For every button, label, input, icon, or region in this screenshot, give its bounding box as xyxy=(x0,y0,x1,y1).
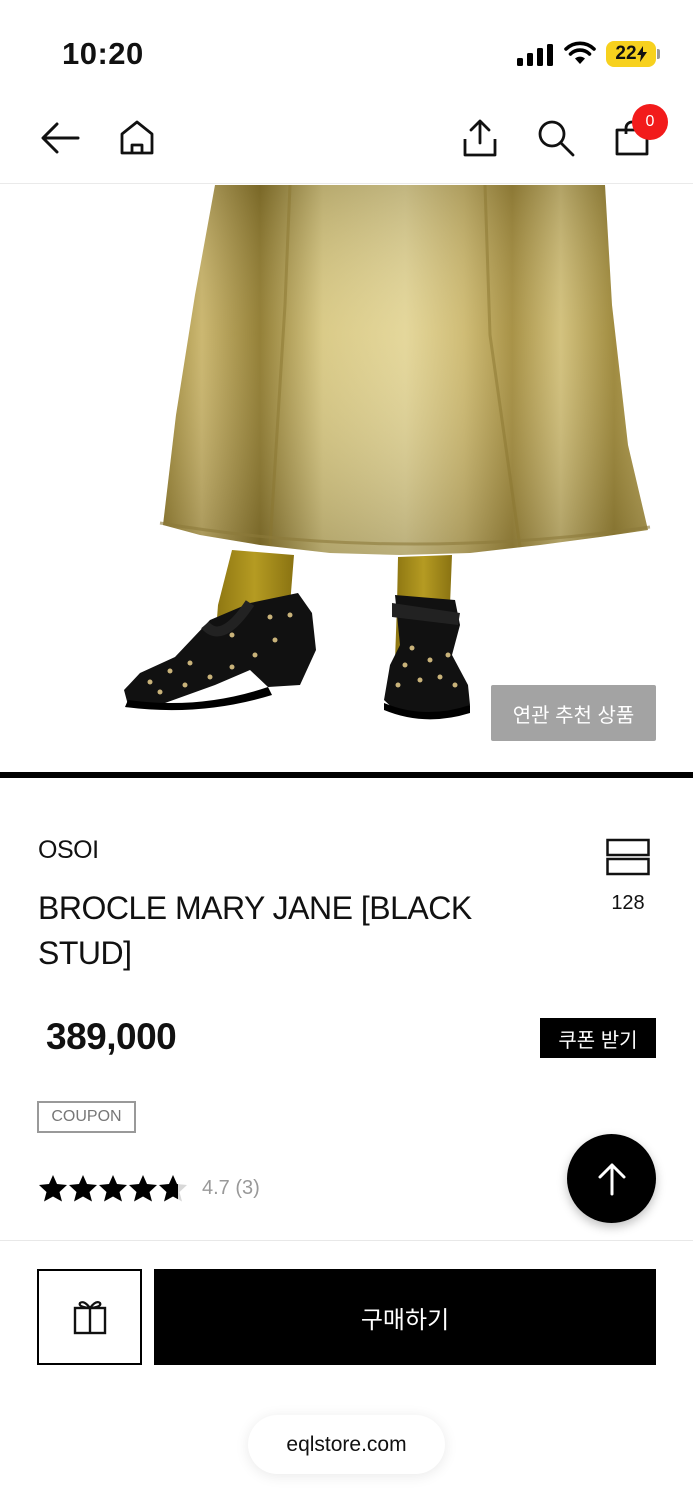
wishlist-button[interactable]: 128 xyxy=(600,838,656,920)
star-icon xyxy=(129,1175,157,1202)
search-button[interactable] xyxy=(532,114,580,162)
share-button[interactable] xyxy=(456,114,504,162)
product-price: 389,000 xyxy=(46,1016,177,1057)
cellular-signal-icon xyxy=(517,44,553,66)
home-button[interactable] xyxy=(113,114,161,162)
battery-tip xyxy=(657,49,660,59)
coupon-tag: COUPON xyxy=(37,1101,136,1133)
half-star-icon xyxy=(159,1175,187,1202)
share-icon xyxy=(463,119,497,157)
search-icon xyxy=(538,120,575,157)
rating-text: 4.7 (3) xyxy=(202,1176,260,1199)
rating[interactable]: 4.7 (3) xyxy=(38,1173,260,1203)
wishlist-icon xyxy=(606,838,650,876)
get-coupon-button[interactable]: 쿠폰 받기 xyxy=(540,1018,656,1058)
battery-indicator: 22 xyxy=(606,41,656,67)
brand-name[interactable]: OSOI xyxy=(38,836,99,865)
back-arrow-icon xyxy=(41,122,80,154)
wishlist-count: 128 xyxy=(611,892,645,914)
arrow-up-icon xyxy=(598,1163,625,1195)
home-icon xyxy=(120,120,154,155)
charging-bolt-icon xyxy=(636,46,647,62)
status-time: 10:20 xyxy=(62,36,144,71)
status-bar: 10:20 22 xyxy=(0,0,693,96)
buy-button[interactable]: 구매하기 xyxy=(154,1269,656,1365)
star-icon xyxy=(39,1175,67,1202)
image-divider xyxy=(0,772,693,778)
product-title: BROCLE MARY JANE [BLACK STUD] xyxy=(38,890,472,971)
star-icon xyxy=(99,1175,127,1202)
gift-button[interactable] xyxy=(37,1269,142,1365)
gift-icon xyxy=(73,1301,106,1335)
scroll-to-top-button[interactable] xyxy=(567,1134,656,1223)
battery-level: 22 xyxy=(615,43,637,64)
related-products-button[interactable]: 연관 추천 상품 xyxy=(491,685,656,741)
star-icon xyxy=(69,1175,97,1202)
cart-count-badge: 0 xyxy=(632,104,668,140)
browser-url-pill[interactable]: eqlstore.com xyxy=(248,1415,445,1474)
nav-bar xyxy=(0,96,693,184)
wifi-icon xyxy=(564,41,596,64)
back-button[interactable] xyxy=(36,114,84,162)
